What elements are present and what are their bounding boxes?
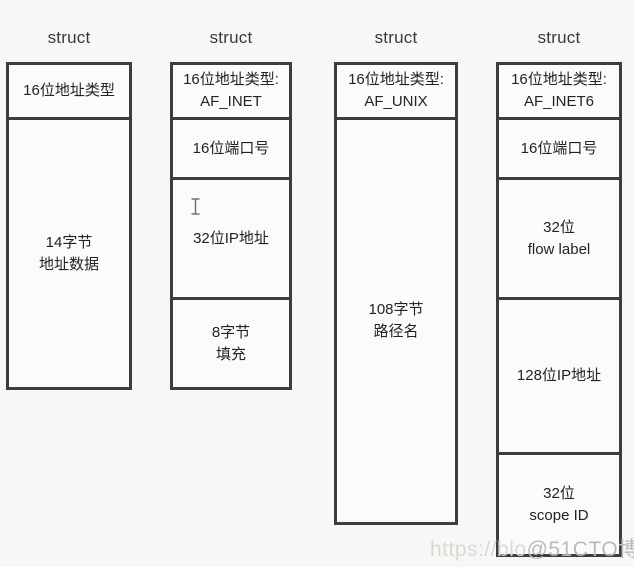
column-sockaddr-in: struct sockaddr_in 16位地址类型: AF_INET 16位端… bbox=[170, 0, 292, 390]
cell-line1: 8字节 bbox=[211, 323, 251, 341]
cell-sockaddr-data: 14字节 地址数据 bbox=[9, 120, 129, 387]
struct-box-sockaddr-in6: 16位地址类型: AF_INET6 16位端口号 32位 flow label … bbox=[496, 62, 622, 557]
struct-box-sockaddr-in: 16位地址类型: AF_INET 16位端口号 32位IP地址 8字节 填充 bbox=[170, 62, 292, 390]
cell-sockaddr-in6-ipaddr: 128位IP地址 bbox=[499, 300, 619, 455]
cell-line1: 16位地址类型: bbox=[348, 71, 444, 88]
column-sockaddr-un: struct sockaddr_un 16位地址类型: AF_UNIX 108字… bbox=[334, 0, 458, 525]
cell-sockaddr-family: 16位地址类型 bbox=[9, 65, 129, 120]
cell-line1: 128位IP地址 bbox=[516, 367, 602, 384]
cell-line1: 14字节 bbox=[45, 233, 93, 251]
cell-line2: 地址数据 bbox=[38, 255, 99, 273]
cell-line1: 16位地址类型: bbox=[183, 71, 279, 88]
cell-sockaddr-in-ipaddr: 32位IP地址 bbox=[173, 180, 289, 300]
cell-sockaddr-in6-family: 16位地址类型: AF_INET6 bbox=[499, 65, 619, 120]
cell-line1: 16位地址类型 bbox=[23, 82, 115, 99]
column-sockaddr: struct sockaddr 16位地址类型 14字节 地址数据 bbox=[6, 0, 132, 390]
column-title-line1: struct bbox=[374, 28, 418, 47]
cell-line2: AF_UNIX bbox=[364, 93, 428, 110]
column-title-line1: struct bbox=[209, 28, 253, 47]
column-title-line1: struct bbox=[537, 28, 581, 47]
cell-line2: AF_INET bbox=[200, 93, 262, 110]
column-title-line1: struct bbox=[47, 28, 91, 47]
cell-sockaddr-in-family: 16位地址类型: AF_INET bbox=[173, 65, 289, 120]
cell-line1: 108字节 bbox=[368, 301, 424, 318]
cell-sockaddr-un-family: 16位地址类型: AF_UNIX bbox=[337, 65, 455, 120]
cell-sockaddr-in6-scopeid: 32位 scope ID bbox=[499, 455, 619, 554]
cell-line2: 路径名 bbox=[373, 323, 419, 340]
cell-line1: 16位地址类型: bbox=[511, 71, 607, 88]
cell-line2: scope ID bbox=[529, 506, 589, 524]
cell-line2: AF_INET6 bbox=[523, 93, 595, 110]
column-sockaddr-in6: struct sockaddr_in6 16位地址类型: AF_INET6 16… bbox=[496, 0, 622, 557]
cell-sockaddr-un-path: 108字节 路径名 bbox=[337, 120, 455, 522]
cell-line2: flow label bbox=[527, 240, 591, 258]
struct-box-sockaddr-un: 16位地址类型: AF_UNIX 108字节 路径名 bbox=[334, 62, 458, 525]
cell-sockaddr-in-port: 16位端口号 bbox=[173, 120, 289, 180]
cell-sockaddr-in6-port: 16位端口号 bbox=[499, 120, 619, 180]
cell-line1: 16位端口号 bbox=[192, 139, 270, 157]
cell-line1: 16位端口号 bbox=[520, 139, 598, 157]
cell-line1: 32位 bbox=[543, 218, 575, 236]
socket-address-structures-diagram: struct sockaddr 16位地址类型 14字节 地址数据 struct… bbox=[0, 0, 634, 567]
cell-line2: 填充 bbox=[215, 345, 246, 363]
cell-line1: 32位IP地址 bbox=[193, 229, 269, 247]
cell-sockaddr-in-padding: 8字节 填充 bbox=[173, 300, 289, 387]
cell-line1: 32位 bbox=[543, 484, 575, 502]
struct-box-sockaddr: 16位地址类型 14字节 地址数据 bbox=[6, 62, 132, 390]
cell-sockaddr-in6-flowlabel: 32位 flow label bbox=[499, 180, 619, 300]
